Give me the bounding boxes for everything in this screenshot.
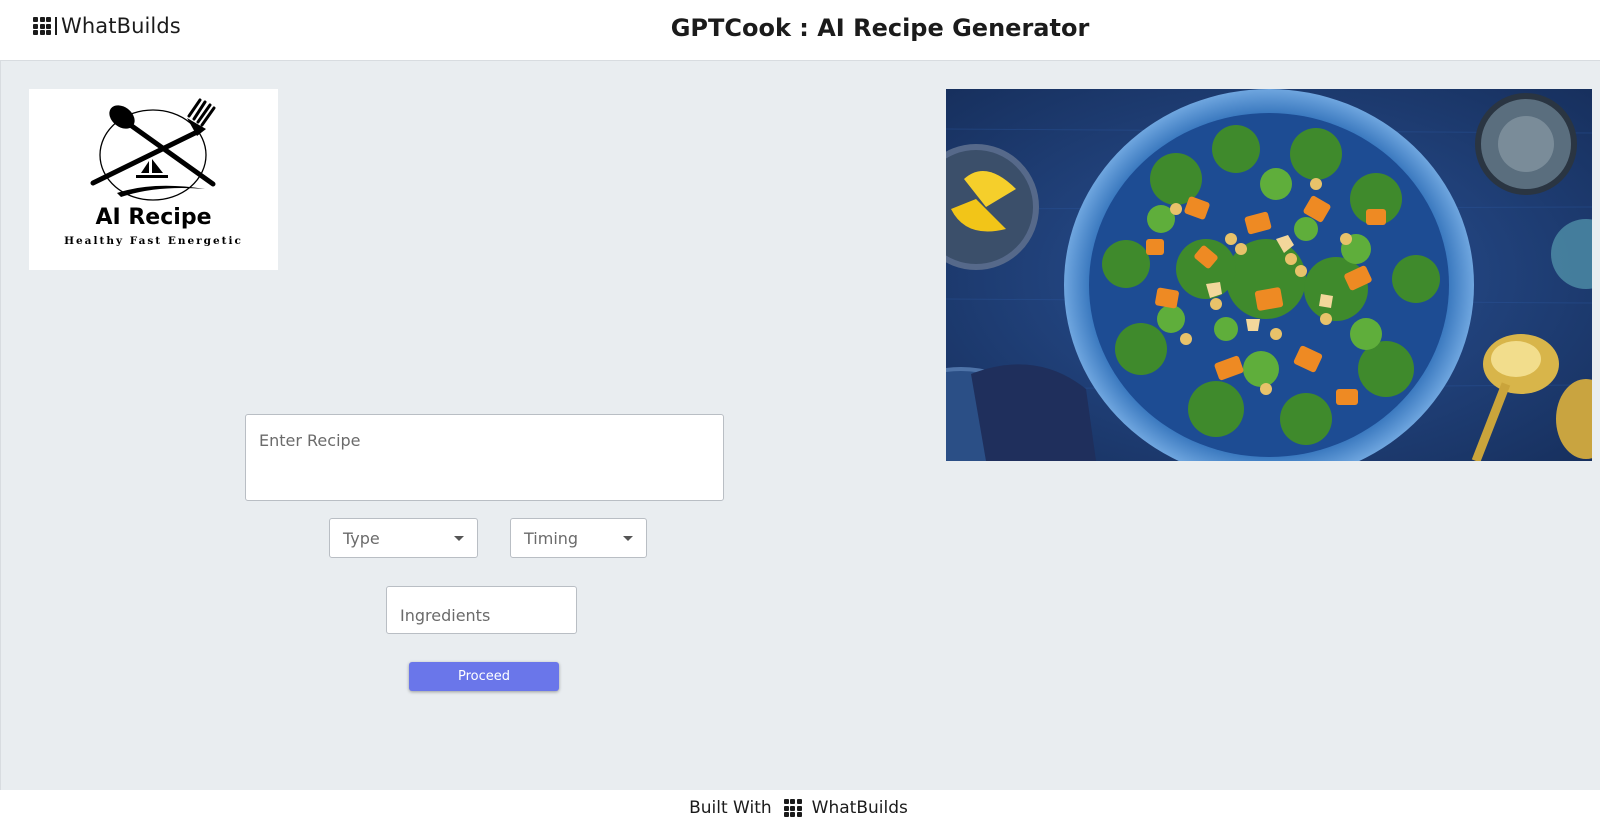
- chevron-down-icon: [454, 536, 464, 541]
- proceed-button[interactable]: Proceed: [409, 662, 559, 691]
- recipe-input[interactable]: [245, 414, 724, 501]
- ingredients-input[interactable]: [386, 586, 577, 634]
- logo-subtitle: Healthy Fast Energetic: [64, 235, 243, 247]
- main-content: AI Recipe Healthy Fast Energetic Enter R…: [0, 61, 1600, 790]
- built-with-link[interactable]: Built With WhatBuilds: [689, 798, 908, 818]
- type-select[interactable]: Type: [329, 518, 478, 558]
- page-title: GPTCook : AI Recipe Generator: [670, 14, 1090, 42]
- brand-divider: [55, 17, 57, 35]
- built-with-label: Built With: [689, 798, 772, 818]
- logo-title: AI Recipe: [95, 205, 212, 230]
- grid-logo-icon: [783, 799, 802, 817]
- timing-select-label: Timing: [524, 528, 579, 548]
- salad-bowl-image: [946, 89, 1592, 461]
- footer-brand-name: WhatBuilds: [811, 798, 908, 818]
- timing-select[interactable]: Timing: [510, 518, 647, 558]
- whatbuilds-brand[interactable]: WhatBuilds: [33, 13, 181, 39]
- grid-logo-icon: [33, 17, 51, 35]
- brand-name: WhatBuilds: [61, 14, 181, 38]
- chevron-down-icon: [623, 536, 633, 541]
- ai-recipe-logo: AI Recipe Healthy Fast Energetic: [29, 89, 278, 270]
- top-bar: WhatBuilds GPTCook : AI Recipe Generator: [0, 0, 1600, 61]
- type-select-label: Type: [343, 528, 380, 548]
- footer: Built With WhatBuilds: [0, 790, 1600, 834]
